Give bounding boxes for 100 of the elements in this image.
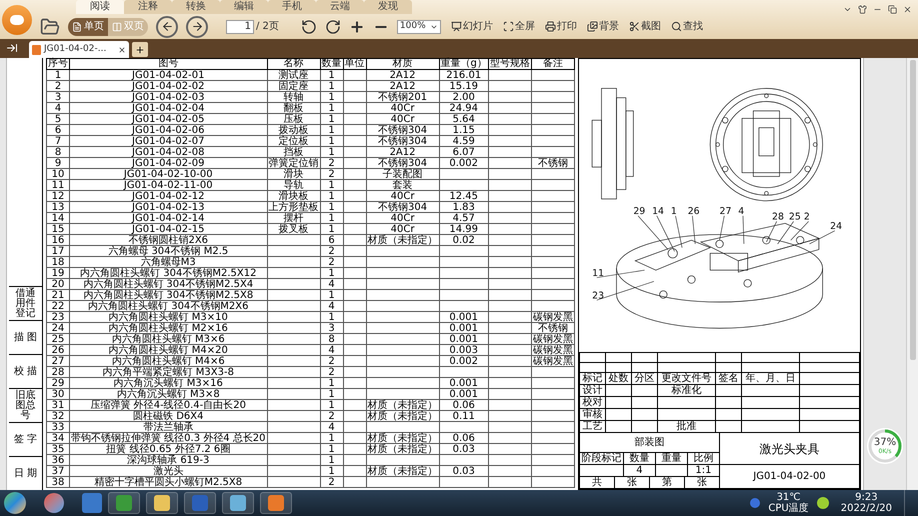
- title-block-cell: [632, 421, 658, 433]
- slideshow-icon: [450, 21, 462, 32]
- table-cell: 滑块: [267, 168, 320, 180]
- app-tab[interactable]: 转换: [172, 0, 220, 14]
- table-cell: 1: [320, 432, 344, 444]
- table-cell: 18: [46, 256, 70, 268]
- toolbar-button[interactable]: 截图: [628, 19, 661, 34]
- table-cell: 1: [320, 202, 344, 212]
- table-cell: 固定座: [267, 80, 320, 92]
- table-cell: 拨叉板: [267, 224, 320, 234]
- table-cell: 2A12: [366, 70, 440, 80]
- toolbar-button[interactable]: 查找: [670, 19, 703, 34]
- title-block-cell: [606, 397, 632, 409]
- balloon-number: 26: [688, 206, 700, 217]
- toolbar-button[interactable]: 背景: [586, 19, 619, 34]
- pdf-app-icon: [268, 495, 284, 511]
- toolbar-button[interactable]: 幻灯片: [450, 19, 493, 34]
- title-block-cell: [742, 363, 800, 373]
- table-cell: 28: [46, 366, 70, 378]
- table-cell: 2: [320, 476, 344, 488]
- page-input[interactable]: 1: [226, 20, 254, 34]
- table-cell: 4: [320, 300, 344, 312]
- table-cell: 0.03: [439, 444, 488, 454]
- table-cell: 六角螺母 304不锈钢 M2.5: [70, 246, 268, 256]
- clock[interactable]: 9:23 2022/2/20: [836, 492, 896, 514]
- table-cell: JG01-04-02-03: [70, 92, 268, 102]
- sidebar-toggle-icon[interactable]: [6, 42, 18, 54]
- app-icon[interactable]: [44, 493, 64, 513]
- cpu-temperature[interactable]: 31℃ CPU温度: [768, 492, 809, 514]
- document-tab[interactable]: JG01-04-02-...: [29, 41, 129, 58]
- toolbar-button[interactable]: 全屏: [502, 19, 535, 34]
- title-block-cell: 更改文件号: [658, 373, 716, 385]
- previous-button[interactable]: [156, 16, 178, 38]
- network-icon[interactable]: [816, 497, 829, 509]
- table-cell: 2: [46, 80, 70, 92]
- table-cell: 0.11: [439, 410, 488, 422]
- table-cell: 内六角圆柱头螺钉 304不锈钢M2X6: [70, 300, 268, 312]
- table-cell: 0.002: [439, 356, 488, 366]
- table-cell: 1: [320, 224, 344, 234]
- close-icon[interactable]: [118, 46, 126, 54]
- title-block-cell: 部装图: [580, 433, 720, 453]
- margin-label: 描 图: [9, 320, 42, 354]
- skin-icon[interactable]: [858, 5, 867, 14]
- tray-icon[interactable]: [750, 498, 760, 508]
- toolbar-button[interactable]: 打印: [544, 19, 577, 34]
- app-tab[interactable]: 编辑: [220, 0, 268, 14]
- table-cell: JG01-04-02-15: [70, 224, 268, 234]
- table-cell: 内六角圆柱头螺钉 M3×6: [70, 334, 268, 344]
- dropdown-icon[interactable]: [843, 5, 852, 14]
- table-cell: 2: [320, 356, 344, 366]
- margin-label: 签 字: [9, 422, 42, 456]
- title-block-cell: [716, 363, 742, 373]
- restore-icon[interactable]: [888, 5, 897, 14]
- app-tab[interactable]: 阅读: [76, 0, 124, 14]
- table-cell: 内六角圆柱头螺钉 M2×16: [70, 322, 268, 334]
- table-cell: 定位板: [267, 136, 320, 146]
- margin-label: 校 描: [9, 354, 42, 388]
- table-cell: 转轴: [267, 92, 320, 102]
- view-mode-button[interactable]: 单页: [68, 18, 108, 36]
- start-button[interactable]: [4, 492, 26, 514]
- table-cell: 9: [46, 158, 70, 168]
- zoom-select[interactable]: 100%: [396, 20, 441, 34]
- title-block-cell: [632, 409, 658, 421]
- table-cell: 0.002: [439, 158, 488, 168]
- search-icon: [670, 21, 682, 32]
- table-cell: 7: [46, 136, 70, 146]
- table-cell: 29: [46, 378, 70, 388]
- scrollbar[interactable]: [906, 58, 918, 490]
- taskbar-button[interactable]: [108, 492, 140, 514]
- title-block-cell: [742, 409, 800, 421]
- app-logo-icon[interactable]: [2, 4, 32, 34]
- app-tab[interactable]: 发现: [364, 0, 412, 14]
- table-cell: 0.06: [439, 400, 488, 410]
- table-cell: 1: [320, 190, 344, 202]
- table-cell: 子装配图: [366, 168, 440, 180]
- title-block-cell: 4: [624, 465, 656, 477]
- rotate-right-icon[interactable]: [324, 18, 341, 34]
- table-cell: 37: [46, 466, 70, 476]
- taskbar-button[interactable]: [146, 492, 178, 514]
- folder-icon[interactable]: [40, 16, 60, 36]
- title-block-cell: 工艺: [580, 421, 606, 433]
- new-tab-button[interactable]: [132, 42, 148, 57]
- app-tab[interactable]: 云端: [316, 0, 364, 14]
- app-tab[interactable]: 手机: [268, 0, 316, 14]
- table-cell: 不锈钢304: [366, 124, 440, 136]
- taskbar-button[interactable]: [222, 492, 254, 514]
- table-cell: 40Cr: [366, 190, 440, 202]
- zoom-in-icon[interactable]: [348, 18, 365, 34]
- close-icon[interactable]: [903, 5, 912, 14]
- table-cell: 4: [320, 344, 344, 356]
- title-block-cell: 激光头夹具: [720, 433, 860, 465]
- rotate-left-icon[interactable]: [300, 18, 317, 34]
- table-cell: 1: [320, 80, 344, 92]
- taskbar-button[interactable]: [260, 492, 292, 514]
- leader-line: [719, 216, 724, 240]
- title-block-cell: [606, 421, 632, 433]
- pdf-file-icon: [32, 44, 41, 54]
- app-tab[interactable]: 注释: [124, 0, 172, 14]
- images-icon: [586, 21, 598, 32]
- table-cell: JG01-04-02-05: [70, 114, 268, 124]
